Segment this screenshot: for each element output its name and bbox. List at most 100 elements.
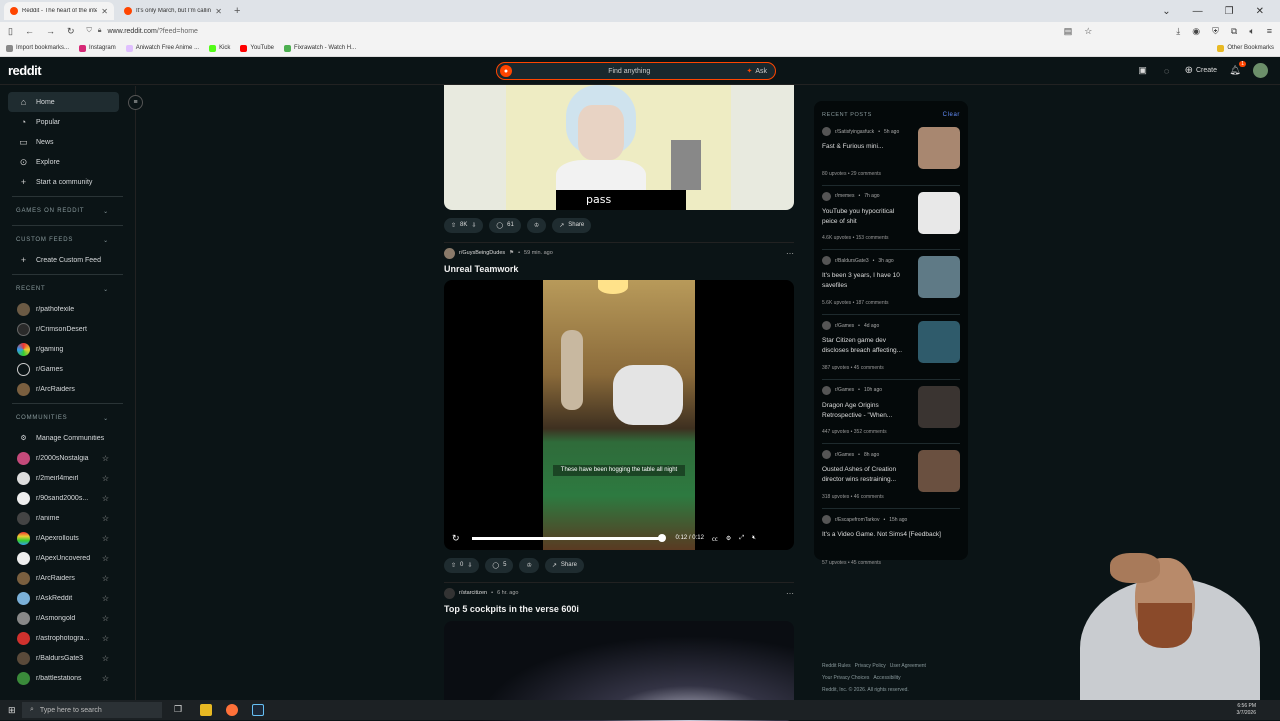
chat-icon[interactable]: ◌ — [1161, 65, 1173, 77]
steam-icon[interactable] — [252, 704, 264, 716]
new-tab-icon[interactable]: + — [234, 5, 240, 17]
manage-communities[interactable]: ⚙ Manage Communities — [0, 428, 135, 448]
recent-post-subreddit[interactable]: r/Games — [835, 452, 854, 458]
sidebar-item-home[interactable]: ⌂ Home — [8, 92, 119, 112]
recent-post-item[interactable]: r/BaldursGate3 • 3h ago It's been 3 years, … — [822, 250, 960, 316]
reader-view-icon[interactable]: ▤ — [1064, 26, 1073, 37]
url-field[interactable]: ⛉ 🔒︎ www.reddit.com/?feed=home — [87, 27, 1052, 35]
recent-post-title[interactable]: It's a Video Game. Not Sims4 [Feedback] — [822, 530, 962, 540]
maximize-icon[interactable]: ❐ — [1225, 6, 1234, 17]
sidebar-item-popular[interactable]: ◔ Popular — [0, 112, 135, 132]
post-title[interactable]: Top 5 cockpits in the verse 600i — [444, 601, 794, 617]
upvote-icon[interactable]: ⇧ — [451, 562, 456, 569]
system-clock[interactable]: 6:56 PM 3/7/2026 — [1237, 703, 1256, 717]
captions-icon[interactable]: ㏄ — [712, 534, 718, 543]
subreddit-link[interactable]: r/starcitizen — [459, 590, 487, 596]
more-options-icon[interactable]: ⋯ — [786, 249, 794, 258]
subreddit-link[interactable]: r/GuysBeingDudes — [459, 250, 505, 256]
bookmark-aniwatch[interactable]: Aniwatch Free Anime ... — [125, 44, 199, 52]
task-view-icon[interactable]: ❒ — [174, 704, 186, 716]
reload-icon[interactable]: ↻ — [67, 26, 75, 37]
chevron-down-icon[interactable]: ⌄ — [1162, 6, 1170, 17]
recent-post-thumbnail[interactable] — [918, 191, 960, 234]
share-button[interactable]: ↗ Share — [544, 557, 584, 573]
footer-link[interactable]: Accessibility — [873, 675, 900, 681]
footer-link[interactable]: Reddit Rules — [822, 663, 851, 669]
recent-post-thumbnail[interactable] — [918, 256, 960, 299]
bookmark-kick[interactable]: Kick — [209, 44, 230, 52]
progress-bar[interactable] — [471, 533, 666, 542]
star-icon[interactable]: ☆ — [102, 634, 109, 643]
star-icon[interactable]: ☆ — [102, 614, 109, 623]
recent-post-subreddit[interactable]: r/Games — [835, 323, 854, 329]
community-item[interactable]: r/90sand2000s... ☆ — [0, 488, 135, 508]
close-tab-icon[interactable]: ✕ — [215, 7, 222, 16]
browser-tab-reddit[interactable]: Reddit - The heart of the intern ✕ — [4, 2, 114, 20]
recent-post-item[interactable]: r/EscapefromTarkov • 15h ago It's a Video G… — [822, 509, 960, 574]
award-button[interactable]: ♔ — [519, 557, 539, 573]
recent-post-item[interactable]: r/Games • 4d ago Star Citizen game dev disc… — [822, 315, 960, 380]
community-item[interactable]: r/AskReddit ☆ — [0, 588, 135, 608]
custom-feeds-section-header[interactable]: CUSTOM FEEDS ⌄ — [0, 230, 135, 250]
recent-post-item[interactable]: r/Satisfyingasfuck • 5h ago Fast & Furious … — [822, 121, 960, 186]
search-bar[interactable]: ● Find anything ✦ Ask — [496, 62, 776, 80]
downvote-icon[interactable]: ⇩ — [467, 562, 472, 569]
bookmark-import[interactable]: Import bookmarks... — [6, 44, 69, 52]
reddit-logo[interactable]: reddit — [8, 63, 42, 78]
collapse-sidebar-icon[interactable]: ≡ — [128, 95, 143, 110]
star-icon[interactable]: ☆ — [102, 654, 109, 663]
star-icon[interactable]: ☆ — [102, 674, 109, 683]
footer-link[interactable]: User Agreement — [890, 663, 926, 669]
fullscreen-icon[interactable]: ⤢ — [739, 535, 744, 542]
community-item[interactable]: r/ArcRaiders ☆ — [0, 568, 135, 588]
share-button[interactable]: ↗ Share — [552, 217, 592, 233]
recent-post-thumbnail[interactable] — [918, 321, 960, 364]
recent-post-item[interactable]: r/memes • 7h ago YouTube you hypocritical p… — [822, 186, 960, 251]
star-icon[interactable]: ☆ — [102, 534, 109, 543]
comments-button[interactable]: ◯ 5 — [485, 557, 514, 573]
recent-post-title[interactable]: YouTube you hypocritical peice of shit — [822, 207, 910, 227]
more-options-icon[interactable]: ⋯ — [786, 589, 794, 598]
sidebar-toggle-icon[interactable]: ▯ — [8, 26, 13, 37]
post-image[interactable]: pass — [444, 85, 794, 210]
community-item[interactable]: r/2meirl4meirl ☆ — [0, 468, 135, 488]
recent-item[interactable]: r/Games — [0, 359, 135, 379]
recent-post-thumbnail[interactable] — [918, 127, 960, 169]
footer-link[interactable]: Privacy Policy — [855, 663, 886, 669]
recent-item[interactable]: r/CrimsonDesert — [0, 319, 135, 339]
bookmark-star-icon[interactable]: ☆ — [1084, 26, 1092, 37]
recent-section-header[interactable]: RECENT ⌄ — [0, 279, 135, 299]
forward-icon[interactable]: → — [46, 26, 55, 36]
recent-post-subreddit[interactable]: r/Games — [835, 387, 854, 393]
recent-post-subreddit[interactable]: r/memes — [835, 193, 854, 199]
bookmark-fixrawatch[interactable]: Fixrawatch - Watch H... — [284, 44, 356, 52]
advertise-icon[interactable]: ▣ — [1137, 65, 1149, 77]
user-avatar[interactable] — [1253, 63, 1268, 78]
recent-post-title[interactable]: It's been 3 years, I have 10 savefiles — [822, 271, 910, 291]
community-item[interactable]: r/astrophotogra... ☆ — [0, 628, 135, 648]
comments-button[interactable]: ◯ 61 — [489, 217, 521, 233]
recent-post-subreddit[interactable]: r/BaldursGate3 — [835, 258, 869, 264]
create-custom-feed[interactable]: + Create Custom Feed — [0, 250, 135, 270]
file-explorer-icon[interactable] — [200, 704, 212, 716]
star-icon[interactable]: ☆ — [102, 514, 109, 523]
community-item[interactable]: r/BaldursGate3 ☆ — [0, 648, 135, 668]
community-item[interactable]: r/Asmongold ☆ — [0, 608, 135, 628]
firefox-icon[interactable] — [226, 704, 238, 716]
menu-icon[interactable]: ≡ — [1267, 26, 1272, 36]
community-item[interactable]: r/Apexrollouts ☆ — [0, 528, 135, 548]
community-item[interactable]: r/2000sNostalgia ☆ — [0, 448, 135, 468]
footer-link[interactable]: Your Privacy Choices — [822, 675, 869, 681]
star-icon[interactable]: ☆ — [102, 574, 109, 583]
close-window-icon[interactable]: ✕ — [1256, 6, 1264, 17]
minimize-icon[interactable]: — — [1193, 6, 1203, 17]
back-icon[interactable]: ← — [25, 26, 34, 36]
recent-post-title[interactable]: Star Citizen game dev discloses breach a… — [822, 336, 910, 356]
sidebar-item-start-community[interactable]: + Start a community — [0, 172, 135, 192]
bookmark-youtube[interactable]: YouTube — [240, 44, 274, 52]
extension-icon[interactable]: ◉ — [1192, 26, 1200, 37]
bookmark-instagram[interactable]: Instagram — [79, 44, 116, 52]
progress-handle[interactable] — [657, 533, 666, 542]
recent-post-title[interactable]: Dragon Age Origins Retrospective - "When… — [822, 401, 910, 421]
star-icon[interactable]: ☆ — [102, 454, 109, 463]
